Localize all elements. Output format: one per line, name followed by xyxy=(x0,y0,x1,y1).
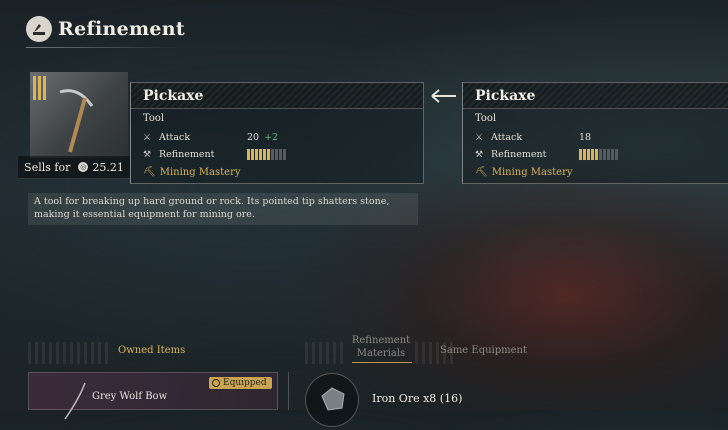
item-type: Tool xyxy=(475,113,497,124)
mastery-label: Mining Mastery xyxy=(159,167,241,178)
equipped-icon xyxy=(212,379,220,387)
refinement-pip xyxy=(583,149,586,160)
mining-mastery: ⛏ Mining Mastery xyxy=(475,167,573,178)
header-divider xyxy=(26,47,184,48)
refinement-row: ⚒ Refinement xyxy=(475,149,618,160)
sells-for-value: 25.21 xyxy=(92,160,124,174)
panel-divider xyxy=(288,372,289,410)
item-thumbnail[interactable] xyxy=(30,72,128,158)
tab-decoration xyxy=(28,342,108,364)
attack-value: 18 xyxy=(579,132,592,143)
refinement-icon xyxy=(26,16,52,42)
item-type: Tool xyxy=(143,113,165,124)
sells-for-label: Sells for xyxy=(24,160,71,174)
attack-row: ⚔ Attack 20 +2 xyxy=(143,132,278,143)
tab-same-equipment[interactable]: Same Equipment xyxy=(440,345,527,356)
anvil-icon: ⚒ xyxy=(475,149,484,160)
refinement-pip xyxy=(263,149,266,160)
refinement-pip xyxy=(279,149,282,160)
tab-decoration xyxy=(305,342,345,364)
refinement-label: Refinement xyxy=(491,149,547,160)
attack-label: Attack xyxy=(491,132,523,143)
sword-icon: ⚔ xyxy=(475,132,484,143)
attack-bonus: +2 xyxy=(264,132,279,143)
refinement-pip xyxy=(607,149,610,160)
card-header: Pickaxe xyxy=(131,83,423,109)
page-title: Refinement xyxy=(58,18,185,40)
owned-item-card[interactable]: Equipped Grey Wolf Bow xyxy=(28,372,278,420)
active-tab-underline xyxy=(352,362,412,363)
refinement-pip xyxy=(587,149,590,160)
equipped-label: Equipped xyxy=(223,378,267,388)
pickaxe-icon xyxy=(59,89,94,153)
compare-item-card: Pickaxe Tool ⚔ Attack 18 ⚒ Refinement ⛏ Mi… xyxy=(462,82,728,184)
tab-refinement-materials[interactable]: Refinement Materials xyxy=(348,334,414,360)
mastery-label: Mining Mastery xyxy=(491,167,573,178)
tab-owned-items[interactable]: Owned Items xyxy=(118,345,185,356)
refinement-pip xyxy=(275,149,278,160)
current-item-card: Pickaxe Tool ⚔ Attack 20 +2 ⚒ Refinement ⛏… xyxy=(130,82,424,184)
material-name: Iron Ore x8 (16) xyxy=(372,392,463,405)
refinement-pip xyxy=(251,149,254,160)
refinement-level-bar xyxy=(247,149,286,160)
refinement-pip xyxy=(579,149,582,160)
mining-mastery: ⛏ Mining Mastery xyxy=(143,167,241,178)
refinement-row: ⚒ Refinement xyxy=(143,149,286,160)
refinement-pip xyxy=(615,149,618,160)
coin-icon: ◎ xyxy=(78,162,89,172)
refinement-pip xyxy=(247,149,250,160)
owned-item-name: Grey Wolf Bow xyxy=(92,391,168,402)
refinement-pip xyxy=(595,149,598,160)
sword-icon: ⚔ xyxy=(143,132,152,143)
bow-icon xyxy=(64,382,86,420)
equipped-badge: Equipped xyxy=(209,377,272,389)
screen-header: Refinement xyxy=(26,16,185,42)
attack-row: ⚔ Attack 18 xyxy=(475,132,591,143)
iron-ore-icon xyxy=(321,387,345,411)
refinement-pip xyxy=(599,149,602,160)
attack-label: Attack xyxy=(159,132,191,143)
material-slot[interactable] xyxy=(305,373,359,427)
refinement-pip xyxy=(591,149,594,160)
refinement-pip xyxy=(611,149,614,160)
refinement-level-bar xyxy=(579,149,618,160)
item-name: Pickaxe xyxy=(475,87,536,104)
refinement-pip xyxy=(603,149,606,160)
pickaxe-small-icon: ⛏ xyxy=(475,167,488,178)
item-description: A tool for breaking up hard ground or ro… xyxy=(28,193,418,225)
refinement-label: Refinement xyxy=(159,149,215,160)
card-header: Pickaxe xyxy=(463,83,728,109)
arrow-left-icon xyxy=(431,89,456,103)
refinement-pip xyxy=(283,149,286,160)
refinement-pip xyxy=(271,149,274,160)
item-name: Pickaxe xyxy=(143,87,204,104)
refinement-pip xyxy=(255,149,258,160)
attack-value: 20 xyxy=(247,132,260,143)
pickaxe-small-icon: ⛏ xyxy=(143,167,156,178)
refinement-pip xyxy=(267,149,270,160)
sell-price: Sells for ◎ 25.21 xyxy=(18,156,130,179)
anvil-icon: ⚒ xyxy=(143,149,152,160)
refinement-pip xyxy=(259,149,262,160)
